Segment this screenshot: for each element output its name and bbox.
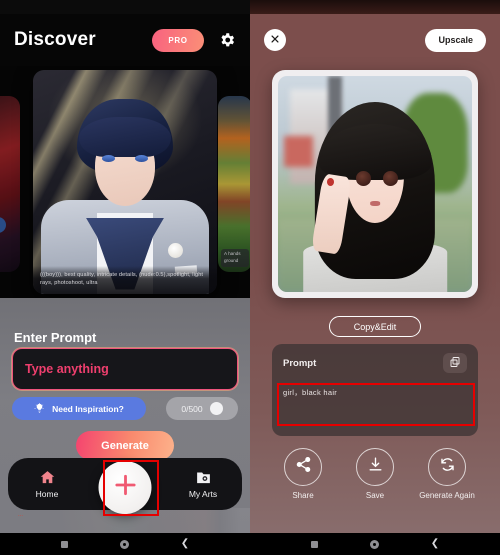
result-image [278, 76, 472, 292]
need-inspiration-button[interactable]: Need Inspiration? [12, 397, 146, 420]
clear-x-icon[interactable]: ✕ [209, 402, 223, 415]
tab-my-arts[interactable]: My Arts [164, 469, 242, 499]
character-counter: 0/500 ✕ [166, 397, 238, 420]
result-header: Upscale [250, 22, 500, 58]
enter-prompt-label: Enter Prompt [14, 330, 97, 345]
carousel-caption-next: A hands ground [221, 249, 249, 267]
square-icon[interactable] [60, 540, 68, 548]
copy-prompt-button[interactable] [443, 353, 467, 373]
carousel-image-next [218, 96, 250, 272]
carousel-card-current[interactable]: (((boy))), best quality, intricate detai… [33, 70, 217, 294]
back-chevron-icon[interactable]: ❮ [181, 539, 189, 549]
status-bar-left [0, 0, 250, 14]
upscale-button-label: Upscale [438, 35, 473, 45]
create-fab-button[interactable] [98, 461, 152, 514]
home-icon [39, 469, 56, 486]
circle-icon[interactable] [119, 539, 129, 549]
discover-carousel[interactable]: (((boy))), best quality, intricate detai… [0, 66, 250, 298]
gear-icon[interactable] [218, 31, 236, 49]
close-x-icon [270, 31, 280, 49]
plus-icon [112, 472, 138, 503]
prompt-input[interactable]: Type anything [12, 348, 238, 390]
generate-again-action[interactable]: Generate Again [416, 448, 478, 501]
save-action[interactable]: Save [344, 448, 406, 501]
share-action[interactable]: Share [272, 448, 334, 501]
save-label: Save [365, 491, 385, 500]
save-button[interactable] [356, 448, 394, 486]
tab-my-arts-label: My Arts [188, 489, 218, 499]
generate-button[interactable]: Generate [76, 431, 174, 460]
generate-again-button[interactable] [428, 448, 466, 486]
android-navbar-right: ❮ [250, 533, 500, 555]
character-counter-value: 0/500 [181, 403, 203, 414]
discover-header: Discover PRO [0, 14, 250, 66]
prompt-panel: Prompt girl，black hair [272, 344, 478, 436]
prompt-panel-title: Prompt [283, 357, 317, 369]
pro-badge-button[interactable]: PRO [152, 28, 204, 52]
android-navbar-left: ❮ [0, 533, 250, 555]
status-bar-right [250, 0, 500, 14]
carousel-caption: (((boy))), best quality, intricate detai… [33, 265, 217, 294]
prompt-panel-header: Prompt [283, 353, 467, 373]
close-button[interactable] [264, 29, 286, 51]
app-screenshot: Discover PRO (((boy))), best quality, in… [0, 0, 500, 555]
refresh-icon [439, 456, 456, 478]
result-image-card[interactable] [272, 70, 478, 298]
tab-home[interactable]: Home [8, 469, 86, 499]
generate-again-label: Generate Again [419, 491, 475, 500]
result-screen: Upscale Copy&Edit Prompt girl，black hair… [250, 0, 500, 555]
tab-home-label: Home [35, 489, 59, 499]
carousel-card-next[interactable]: A hands ground [218, 96, 250, 272]
prompt-tools-row: Need Inspiration? 0/500 ✕ [12, 397, 238, 420]
result-actions: Share Save Generate Again [272, 448, 478, 501]
page-title: Discover [14, 29, 96, 50]
share-button[interactable] [284, 448, 322, 486]
share-label: Share [292, 491, 314, 500]
copy-edit-label: Copy&Edit [353, 321, 397, 332]
circle-icon[interactable] [369, 539, 379, 549]
photo-folder-icon [195, 469, 212, 486]
copy-icon [449, 356, 461, 371]
upscale-button[interactable]: Upscale [425, 28, 486, 52]
carousel-image-previous [0, 96, 20, 272]
prompt-panel-text: girl，black hair [283, 388, 338, 397]
square-icon[interactable] [310, 540, 318, 548]
carousel-card-previous[interactable] [0, 96, 20, 272]
carousel-image-current [33, 70, 217, 294]
pro-badge-label: PRO [168, 35, 188, 45]
back-chevron-icon[interactable]: ❮ [431, 539, 439, 549]
generate-button-label: Generate [101, 439, 149, 452]
share-icon [295, 456, 312, 478]
prompt-input-placeholder: Type anything [25, 362, 109, 376]
discover-screen: Discover PRO (((boy))), best quality, in… [0, 0, 250, 555]
need-inspiration-label: Need Inspiration? [52, 403, 124, 414]
background-strip-text: ... [18, 512, 24, 518]
lightbulb-icon [34, 402, 45, 414]
download-icon [367, 456, 384, 478]
copy-edit-button[interactable]: Copy&Edit [329, 316, 421, 337]
